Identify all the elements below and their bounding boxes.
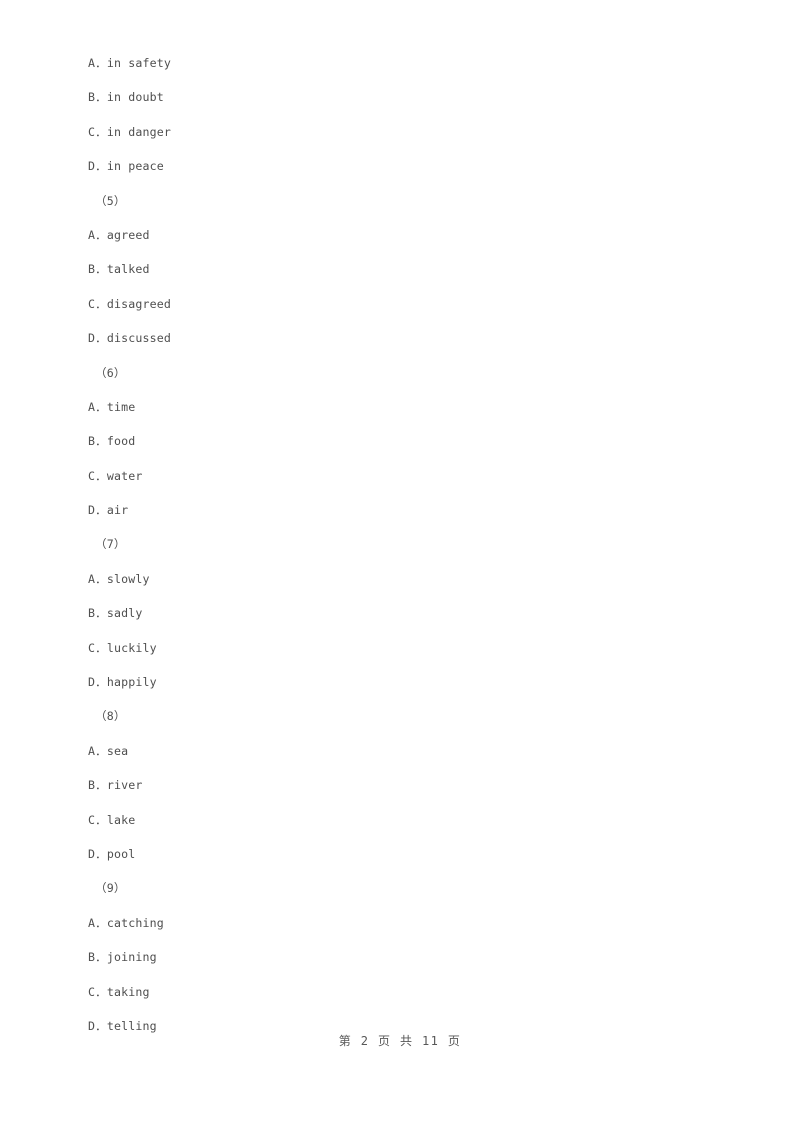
answer-option: A．catching <box>88 915 164 930</box>
answer-option: C．luckily <box>88 640 157 655</box>
document-page: A．in safety B．in doubt C．in danger D．in pea… <box>0 0 800 1132</box>
question-number-label: （6） <box>95 365 126 380</box>
question-number-label: （5） <box>95 193 126 208</box>
question-number-label: （9） <box>95 881 126 896</box>
answer-option: A．time <box>88 399 136 414</box>
answer-option: D．happily <box>88 675 157 690</box>
answer-option: A．in safety <box>88 56 172 70</box>
answer-option: A．agreed <box>88 227 150 242</box>
answer-option: A．slowly <box>88 571 150 586</box>
answer-option: C．water <box>88 468 143 483</box>
answer-option: D．air <box>88 503 129 518</box>
answer-option: A．sea <box>88 743 129 758</box>
answer-option: B．river <box>88 778 143 793</box>
answer-option: D．discussed <box>88 331 172 346</box>
answer-option: B．sadly <box>88 606 143 621</box>
answer-option: D．pool <box>88 846 136 861</box>
question-options-list: A．in safety B．in doubt C．in danger D．in pea… <box>88 46 708 1043</box>
answer-option: C．disagreed <box>88 296 172 311</box>
question-number-label: （7） <box>95 537 126 552</box>
answer-option: C．taking <box>88 984 150 999</box>
answer-option: B．joining <box>88 950 157 965</box>
page-footer: 第 2 页 共 11 页 <box>338 1034 462 1048</box>
answer-option: B．in doubt <box>88 90 164 105</box>
question-number-label: （8） <box>95 709 126 724</box>
answer-option: B．food <box>88 434 136 449</box>
answer-option: D．in peace <box>88 159 164 174</box>
answer-option: B．talked <box>88 262 150 277</box>
answer-option: C．lake <box>88 812 136 827</box>
answer-option: C．in danger <box>88 124 172 139</box>
